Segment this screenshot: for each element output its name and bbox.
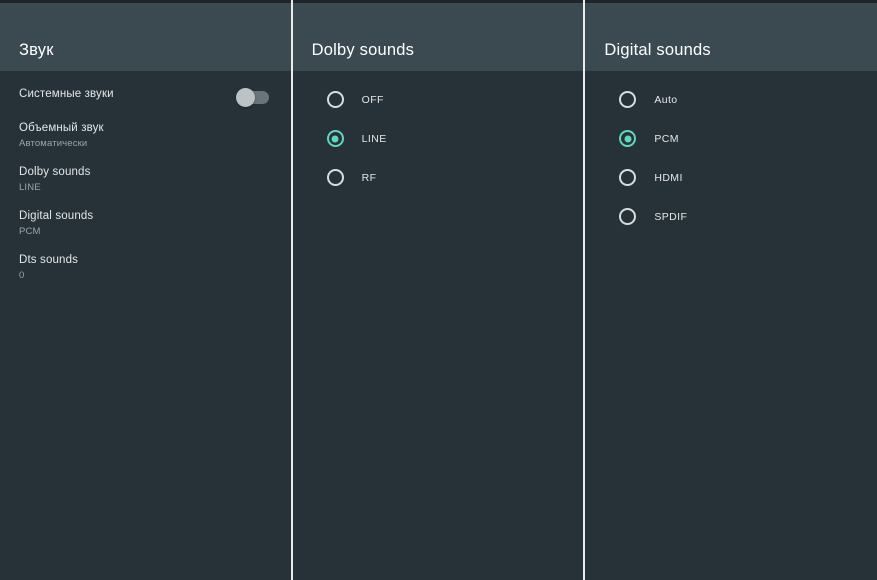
list-item-surround-sound[interactable]: Объемный звук Автоматически bbox=[0, 114, 291, 158]
digital-radio-group: Auto PCM HDMI SPDIF bbox=[585, 71, 877, 580]
radio-icon bbox=[326, 91, 344, 108]
setting-label: Dts sounds bbox=[19, 254, 79, 266]
setting-label: Системные звуки bbox=[19, 88, 114, 100]
digital-sounds-panel: Digital sounds Auto PCM HDMI SPDIF bbox=[585, 0, 877, 580]
system-sounds-toggle[interactable] bbox=[235, 88, 269, 107]
setting-value: Автоматически bbox=[19, 138, 88, 149]
radio-icon bbox=[619, 208, 637, 225]
setting-value: PCM bbox=[19, 226, 41, 237]
sound-settings-screen: Звук Системные звуки Объемный звук Автом… bbox=[0, 0, 877, 580]
setting-text: Системные звуки bbox=[19, 87, 114, 102]
dolby-panel-header: Dolby sounds bbox=[292, 3, 584, 71]
toggle-knob bbox=[235, 88, 255, 107]
radio-option-spdif[interactable]: SPDIF bbox=[585, 197, 877, 236]
setting-text: Объемный звук Автоматически bbox=[19, 121, 104, 151]
radio-label: HDMI bbox=[654, 171, 683, 184]
radio-label: Auto bbox=[654, 93, 678, 106]
radio-icon bbox=[619, 169, 637, 186]
setting-text: Dolby sounds LINE bbox=[19, 165, 90, 195]
digital-panel-title: Digital sounds bbox=[604, 40, 711, 59]
radio-option-line[interactable]: LINE bbox=[293, 119, 584, 158]
digital-panel-header: Digital sounds bbox=[585, 3, 877, 71]
dolby-sounds-panel: Dolby sounds OFF LINE RF bbox=[292, 0, 584, 580]
list-item-system-sounds[interactable]: Системные звуки bbox=[0, 80, 291, 114]
list-item-dolby-sounds[interactable]: Dolby sounds LINE bbox=[0, 158, 291, 202]
setting-value: LINE bbox=[19, 182, 41, 193]
setting-label: Dolby sounds bbox=[19, 166, 91, 178]
radio-option-hdmi[interactable]: HDMI bbox=[585, 158, 877, 197]
radio-label: RF bbox=[361, 171, 377, 184]
radio-label: SPDIF bbox=[654, 210, 688, 223]
list-item-digital-sounds[interactable]: Digital sounds PCM bbox=[0, 202, 291, 246]
radio-selected-icon bbox=[326, 130, 344, 147]
setting-text: Digital sounds PCM bbox=[19, 209, 93, 239]
radio-option-off[interactable]: OFF bbox=[293, 80, 584, 119]
setting-text: Dts sounds 0 bbox=[19, 253, 78, 283]
setting-label: Digital sounds bbox=[19, 210, 94, 222]
radio-option-auto[interactable]: Auto bbox=[585, 80, 877, 119]
dolby-radio-group: OFF LINE RF bbox=[293, 71, 584, 580]
radio-label: LINE bbox=[361, 132, 387, 145]
dolby-panel-title: Dolby sounds bbox=[311, 40, 415, 59]
radio-icon bbox=[619, 91, 637, 108]
radio-selected-icon bbox=[619, 130, 637, 147]
radio-label: PCM bbox=[654, 132, 679, 145]
sound-settings-panel: Звук Системные звуки Объемный звук Автом… bbox=[0, 0, 291, 580]
page-title: Звук bbox=[19, 40, 54, 59]
radio-label: OFF bbox=[361, 93, 384, 106]
radio-icon bbox=[326, 169, 344, 186]
list-item-dts-sounds[interactable]: Dts sounds 0 bbox=[0, 246, 291, 290]
setting-value: 0 bbox=[19, 270, 25, 281]
radio-option-rf[interactable]: RF bbox=[293, 158, 584, 197]
setting-label: Объемный звук bbox=[19, 122, 104, 134]
sound-settings-list: Системные звуки Объемный звук Автоматиче… bbox=[0, 71, 291, 580]
sound-panel-header: Звук bbox=[0, 3, 291, 71]
radio-option-pcm[interactable]: PCM bbox=[585, 119, 877, 158]
